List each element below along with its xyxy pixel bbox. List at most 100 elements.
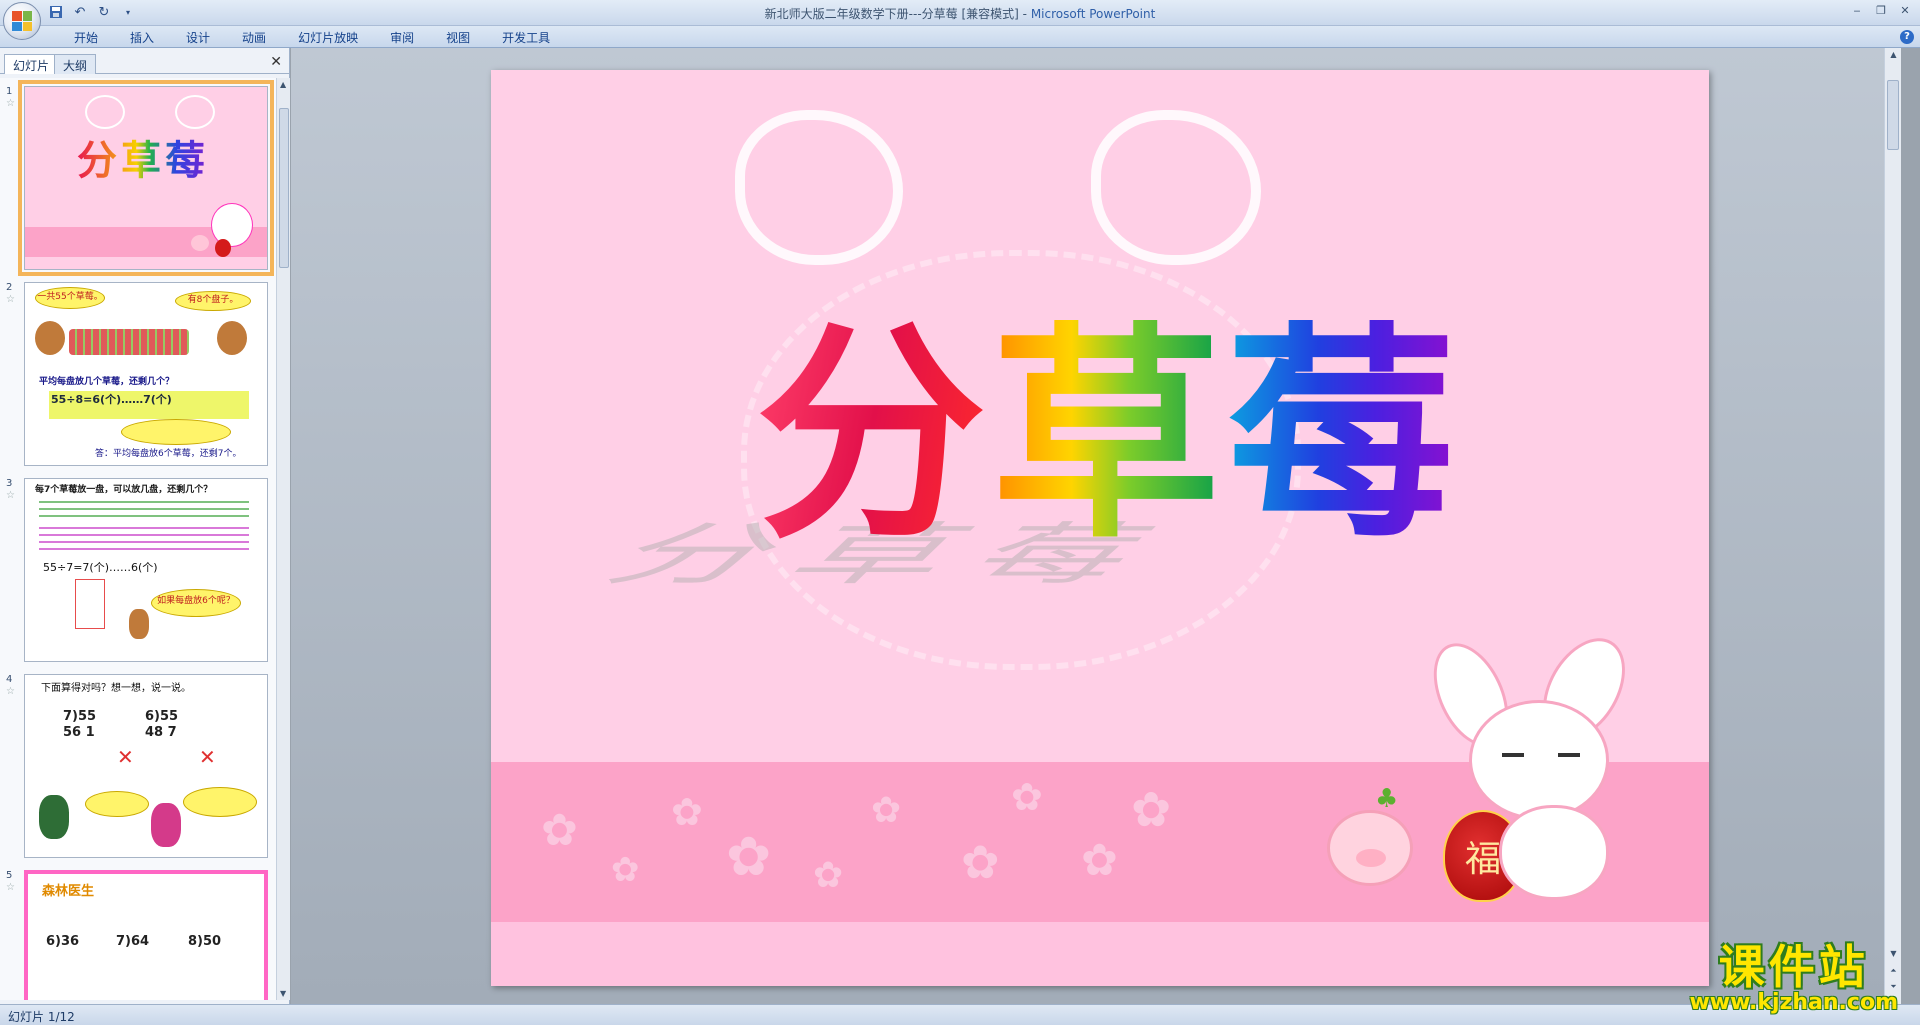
- star-icon: ☆: [6, 98, 15, 109]
- flower-icon: ✿: [1011, 775, 1043, 819]
- watermark-title: 课件站: [1718, 940, 1869, 994]
- slide-number: 3: [6, 478, 13, 489]
- tab-view[interactable]: 视图: [430, 29, 486, 47]
- thumb-ring: [175, 95, 215, 129]
- help-icon[interactable]: ?: [1900, 30, 1914, 44]
- tab-home[interactable]: 开始: [58, 29, 114, 47]
- slide-thumbnail-2[interactable]: 一共55个草莓。 有8个盘子。 平均每盘放几个草莓，还剩几个？ 55÷8=6(个…: [24, 282, 268, 466]
- office-button[interactable]: [3, 2, 41, 40]
- monkey-image: [35, 321, 65, 355]
- thumb-answer: 答：平均每盘放6个草莓，还剩7个。: [95, 449, 242, 459]
- slide-thumbnails: 1 ☆ 分草莓 2 ☆ 一共55个草莓。 有8个盘子。 平均每盘放几个草莓，还剩…: [0, 78, 276, 1000]
- current-slide[interactable]: 分草莓 分 草 莓 ✿ ✿ ✿ ✿ ✿ ✿ ✿ ✿ ✿ ✿ ♣ 福: [491, 70, 1709, 986]
- monkey-image: [217, 321, 247, 355]
- thumb-calc: 8)50: [188, 934, 222, 949]
- thumb-question: 下面算得对吗？想一想，说一说。: [41, 683, 191, 694]
- lucky-bag-image: [215, 239, 231, 257]
- ribbon-tabs: 开始 插入 设计 动画 幻灯片放映 审阅 视图 开发工具: [58, 29, 566, 47]
- chalk-ring-right: [1091, 110, 1261, 265]
- pig-image: [1327, 810, 1413, 886]
- scroll-up-icon[interactable]: ▲: [1885, 50, 1902, 59]
- slide-counter: 幻灯片 1/12: [8, 1010, 75, 1024]
- tab-developer[interactable]: 开发工具: [486, 29, 566, 47]
- thumb-bubble: 如果每盘放6个呢？: [151, 589, 241, 617]
- restore-icon[interactable]: ❐: [1870, 2, 1892, 18]
- minimize-icon[interactable]: ‒: [1846, 2, 1868, 18]
- scroll-up-icon[interactable]: ▲: [280, 80, 286, 89]
- thumb-calc: 7)55 56 1: [63, 709, 97, 740]
- thumb-division: [75, 579, 105, 629]
- flower-icon: ✿: [813, 855, 844, 896]
- flower-icon: ✿: [611, 850, 640, 890]
- thumb-bubble: 一共55个草莓。: [35, 287, 105, 309]
- thumb-equation: 55÷8=6(个)……7(个): [49, 391, 249, 419]
- window-title: 新北师大版二年级数学下册---分草莓 [兼容模式] - Microsoft Po…: [0, 5, 1920, 22]
- close-icon[interactable]: ✕: [1894, 2, 1916, 18]
- title-char-3: 莓: [1226, 300, 1457, 570]
- title-char-1: 分: [756, 300, 987, 570]
- status-bar: 幻灯片 1/12: [0, 1004, 1920, 1025]
- slide-scrollbar[interactable]: ▲ ▼ ⏶ ⏷: [1884, 48, 1901, 1004]
- slide-number: 1: [6, 86, 13, 97]
- scrollbar-thumb[interactable]: [1887, 80, 1899, 150]
- thumb-text-lines: [39, 501, 249, 519]
- rabbit-body: [1499, 805, 1609, 900]
- tab-design[interactable]: 设计: [170, 29, 226, 47]
- flower-icon: ✿: [671, 790, 703, 834]
- star-icon: ☆: [6, 686, 15, 697]
- thumb-title: 森林医生: [42, 884, 95, 899]
- thumb-calc: 6)55 48 7: [145, 709, 179, 740]
- flower-icon: ✿: [726, 825, 772, 888]
- rabbit-eye: [1558, 753, 1580, 757]
- child-image: [39, 795, 69, 839]
- pig-image: [191, 235, 209, 251]
- thumb-question: 每7个草莓放一盘，可以放几盘，还剩几个？: [35, 485, 213, 495]
- slide-thumbnail-5[interactable]: 森林医生 6)36 7)64 8)50: [24, 870, 268, 1000]
- window-controls: ‒ ❐ ✕: [1846, 2, 1916, 18]
- tab-outline[interactable]: 大纲: [54, 54, 97, 74]
- close-pane-icon[interactable]: ✕: [270, 54, 282, 70]
- tab-slides[interactable]: 幻灯片: [4, 54, 59, 74]
- chalk-ring-left: [735, 110, 903, 265]
- slide-thumbnail-4[interactable]: 下面算得对吗？想一想，说一说。 7)55 56 1 ✕ 6)55 48 7 ✕: [24, 674, 268, 858]
- tab-review[interactable]: 审阅: [374, 29, 430, 47]
- slide-number: 4: [6, 674, 13, 685]
- thumb-calc: 7)64: [116, 934, 150, 949]
- thumb-calc: 6)36: [46, 934, 80, 949]
- thumb-bubble: [85, 791, 149, 817]
- document-title: 新北师大版二年级数学下册---分草莓 [兼容模式] -: [764, 7, 1031, 21]
- scroll-down-icon[interactable]: ▼: [280, 989, 286, 998]
- flower-icon: ✿: [1081, 835, 1118, 886]
- slide-number: 2: [6, 282, 13, 293]
- tab-slideshow[interactable]: 幻灯片放映: [282, 29, 374, 47]
- thumbnails-scrollbar[interactable]: ▲ ▼: [276, 78, 290, 1000]
- wrong-mark-icon: ✕: [199, 745, 216, 769]
- flower-icon: ✿: [1131, 782, 1172, 838]
- clover-icon: ♣: [1375, 784, 1399, 814]
- slide-thumbnail-1[interactable]: 分草莓: [18, 80, 274, 276]
- thumb-bubble: 有8个盘子。: [175, 291, 251, 311]
- child-image: [151, 803, 181, 847]
- flower-icon: ✿: [871, 790, 902, 831]
- flower-icon: ✿: [961, 835, 1000, 889]
- star-icon: ☆: [6, 294, 15, 305]
- wrong-mark-icon: ✕: [117, 745, 134, 769]
- app-name: Microsoft PowerPoint: [1030, 7, 1156, 21]
- bottom-band: [491, 922, 1709, 986]
- star-icon: ☆: [6, 882, 15, 893]
- slide-number: 5: [6, 870, 13, 881]
- thumb-title: 分草莓: [77, 137, 209, 184]
- pig-snout: [1356, 849, 1386, 867]
- thumb-ring: [85, 95, 125, 129]
- office-logo-icon: [12, 11, 32, 31]
- rabbit-eye: [1502, 753, 1524, 757]
- thumb-bubble: [121, 419, 231, 445]
- tab-insert[interactable]: 插入: [114, 29, 170, 47]
- flower-icon: ✿: [541, 805, 578, 856]
- thumb-bubble: [183, 787, 257, 817]
- slide-thumbnail-3[interactable]: 每7个草莓放一盘，可以放几盘，还剩几个？ 55÷7=7(个)……6(个) 如果每…: [24, 478, 268, 662]
- title-char-2: 草: [991, 300, 1222, 570]
- scrollbar-thumb[interactable]: [279, 108, 289, 268]
- tab-animations[interactable]: 动画: [226, 29, 282, 47]
- pane-tabs: 幻灯片 大纲 ✕: [0, 52, 290, 74]
